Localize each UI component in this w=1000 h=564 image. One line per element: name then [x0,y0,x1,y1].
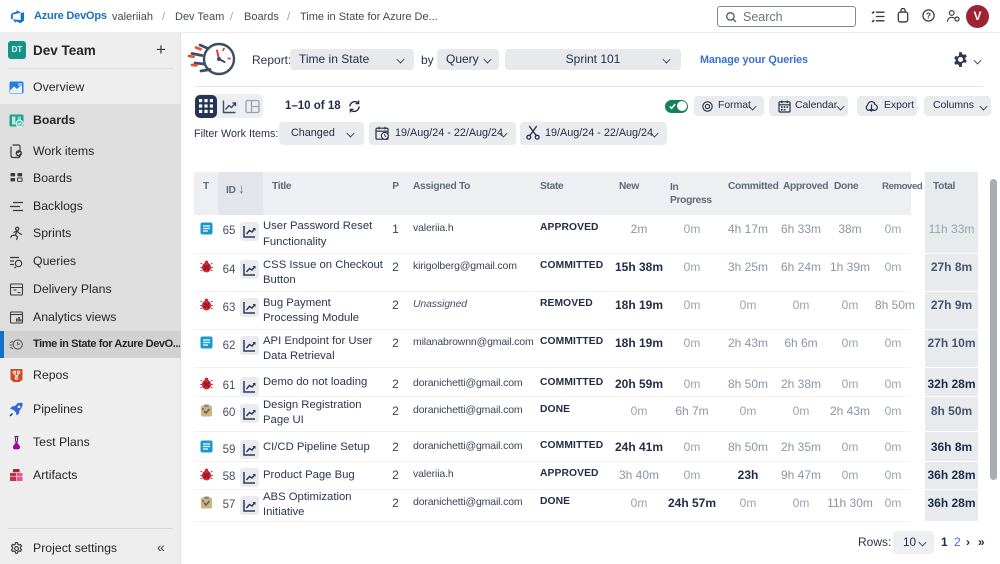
svg-text:?: ? [926,12,931,21]
